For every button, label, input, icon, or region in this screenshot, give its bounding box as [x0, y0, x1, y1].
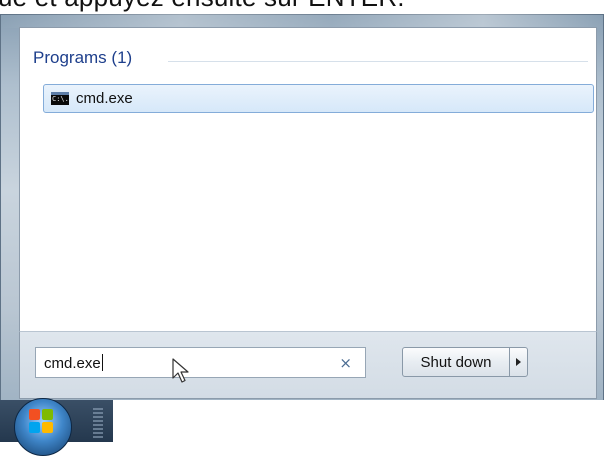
glass-highlight: [0, 14, 604, 28]
triangle-right-icon: [516, 358, 521, 366]
cmd-icon-text: C:\.: [52, 95, 69, 103]
mouse-cursor-icon: [172, 358, 189, 383]
programs-group-header[interactable]: Programs (1): [33, 48, 132, 68]
text-caret: [101, 354, 103, 371]
group-divider: [168, 61, 588, 62]
start-button[interactable]: [14, 398, 72, 456]
search-input-value: cmd.exe: [44, 354, 103, 372]
instruction-text: ue et appuyez ensuite sur ENTER.: [0, 0, 405, 13]
search-input[interactable]: cmd.exe ×: [35, 347, 366, 378]
shut-down-button[interactable]: Shut down: [402, 347, 510, 377]
clear-search-icon[interactable]: ×: [339, 354, 352, 372]
windows-logo-icon: [29, 409, 55, 435]
taskbar-grip: [93, 408, 103, 438]
start-menu-footer: cmd.exe × Shut down: [19, 331, 597, 399]
search-results-pane: Programs (1) C:\. cmd.exe: [19, 27, 597, 332]
result-item-cmd[interactable]: C:\. cmd.exe: [43, 84, 594, 113]
shut-down-options-button[interactable]: [509, 347, 528, 377]
result-label: cmd.exe: [76, 90, 133, 107]
cmd-icon: C:\.: [51, 92, 69, 105]
